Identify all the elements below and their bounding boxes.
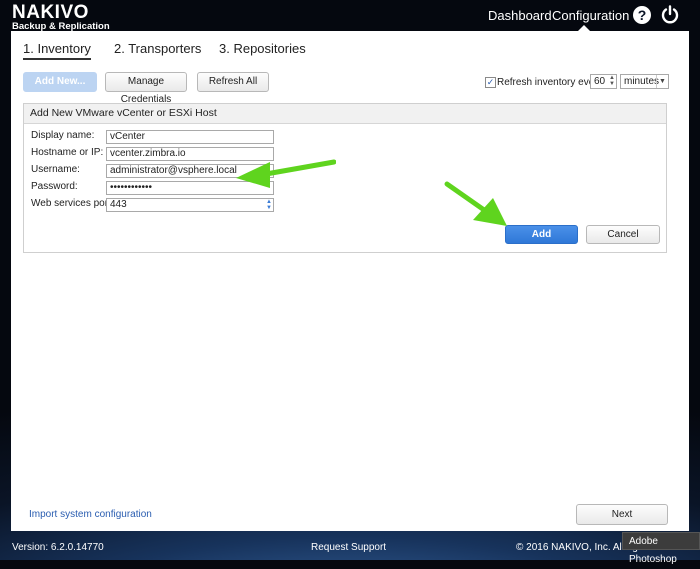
refresh-unit-value: minutes [624, 76, 660, 87]
nav-dashboard[interactable]: Dashboard [488, 8, 552, 23]
refresh-inventory-label: Refresh inventory every [497, 77, 603, 88]
port-label: Web services port: [31, 198, 114, 209]
refresh-unit-select[interactable]: minutes ▼ [620, 74, 669, 89]
tab-transporters[interactable]: 2. Transporters [114, 41, 201, 56]
refresh-inventory-checkbox[interactable]: ✓ [485, 77, 496, 88]
version-text: Version: 6.2.0.14770 [12, 542, 104, 553]
photoshop-badge: Adobe Photoshop [622, 532, 700, 565]
refresh-all-button[interactable]: Refresh All [197, 72, 269, 92]
nakivo-logo: NAKIVO Backup & Replication [12, 3, 110, 32]
next-button[interactable]: Next [576, 504, 668, 525]
display-name-field[interactable]: vCenter [106, 130, 274, 144]
annotation-arrow-username [236, 159, 336, 188]
add-new-button[interactable]: Add New... [23, 72, 97, 92]
tab-inventory[interactable]: 1. Inventory [23, 41, 91, 56]
app-header: NAKIVO Backup & Replication Dashboard Co… [0, 0, 700, 32]
power-icon[interactable] [660, 5, 680, 25]
active-tab-underline [23, 58, 91, 60]
refresh-interval-value: 60 [594, 76, 606, 87]
add-button[interactable]: Add [505, 225, 578, 244]
port-value: 443 [110, 199, 127, 210]
annotation-arrow-add [444, 181, 507, 226]
refresh-interval-input[interactable]: 60 ▲ ▼ [590, 74, 617, 89]
tab-repositories[interactable]: 3. Repositories [219, 41, 306, 56]
password-label: Password: [31, 181, 78, 192]
help-icon[interactable]: ? [633, 6, 651, 24]
username-label: Username: [31, 164, 80, 175]
port-stepper-icon[interactable]: ▲ ▼ [266, 199, 272, 211]
chevron-down-icon: ▼ [656, 75, 668, 88]
main-panel: 1. Inventory 2. Transporters 3. Reposito… [11, 31, 689, 531]
port-field[interactable]: 443 ▲ ▼ [106, 198, 274, 212]
request-support-link[interactable]: Request Support [311, 542, 386, 553]
form-title: Add New VMware vCenter or ESXi Host [24, 104, 666, 124]
import-config-link[interactable]: Import system configuration [29, 509, 152, 520]
spinner-arrows-icon[interactable]: ▲ ▼ [609, 75, 615, 87]
display-name-label: Display name: [31, 130, 95, 141]
add-host-form: Add New VMware vCenter or ESXi Host Disp… [23, 103, 667, 253]
hostname-label: Hostname or IP: [31, 147, 104, 158]
nav-configuration[interactable]: Configuration [552, 8, 629, 23]
logo-main-text: NAKIVO [12, 2, 89, 23]
manage-credentials-button[interactable]: Manage Credentials [105, 72, 187, 105]
cancel-button[interactable]: Cancel [586, 225, 660, 244]
